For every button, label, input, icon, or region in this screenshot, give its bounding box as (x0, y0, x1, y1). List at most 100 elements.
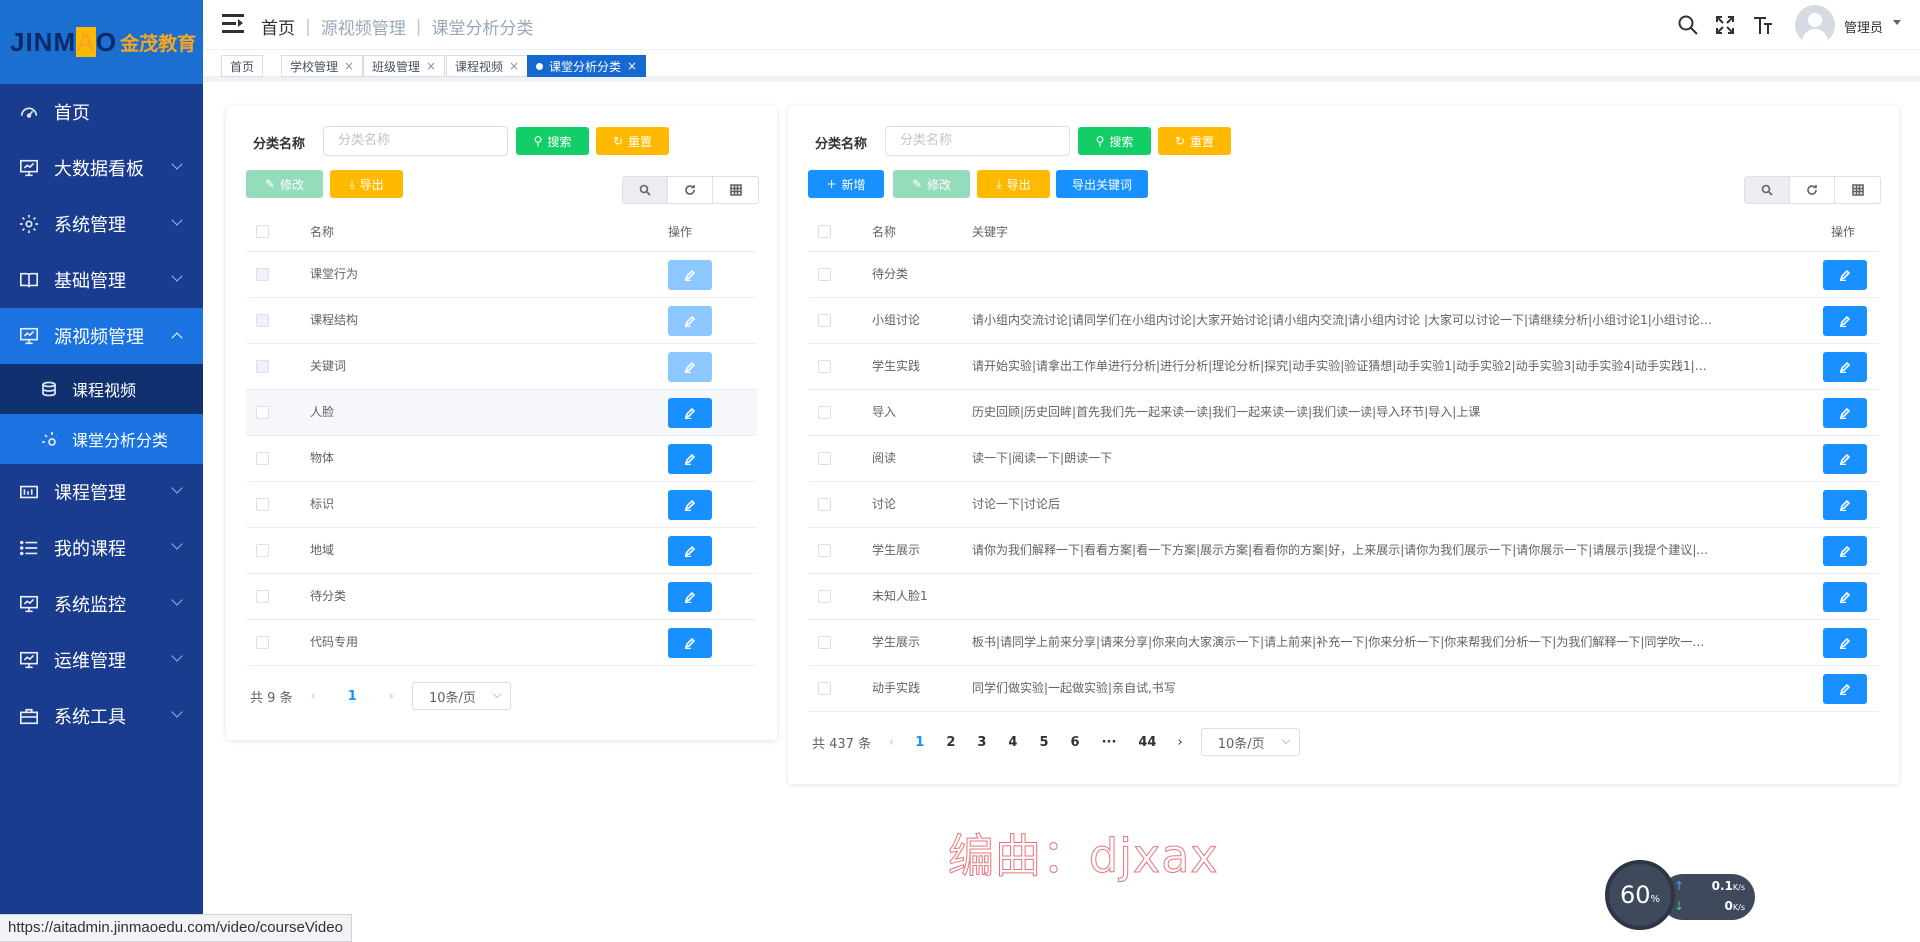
edit-button[interactable]: ✎ 修改 (246, 170, 323, 198)
row-checkbox[interactable] (256, 360, 269, 373)
close-icon[interactable]: × (426, 59, 436, 73)
refresh-icon[interactable] (668, 177, 713, 203)
add-button[interactable]: + 新增 (808, 170, 884, 198)
fullscreen-icon[interactable] (1714, 14, 1736, 36)
edit-row-button[interactable] (668, 444, 712, 474)
edit-row-button[interactable] (1823, 306, 1867, 336)
close-icon[interactable]: × (627, 59, 637, 73)
row-checkbox[interactable] (256, 544, 269, 557)
sidebar-item-2[interactable]: 系统管理 (0, 196, 203, 252)
export-keywords-button[interactable]: 导出关键词 (1056, 170, 1148, 198)
edit-row-button[interactable] (1823, 352, 1867, 382)
row-checkbox[interactable] (256, 452, 269, 465)
edit-row-button[interactable] (668, 628, 712, 658)
page-number[interactable]: 1 (348, 689, 357, 704)
row-checkbox[interactable] (256, 314, 269, 327)
edit-row-button[interactable] (1823, 260, 1867, 290)
page-number[interactable]: 2 (946, 735, 955, 750)
page-number[interactable]: 5 (1039, 735, 1048, 750)
row-checkbox[interactable] (818, 406, 831, 419)
export-button[interactable]: ⤓ 导出 (330, 170, 403, 198)
table-row[interactable]: 学生展示 请你为我们解释一下|看看方案|看一下方案|展示方案|看看你的方案|好，上… (808, 528, 1879, 574)
select-all-checkbox[interactable] (818, 225, 831, 238)
page-number[interactable]: 3 (977, 735, 986, 750)
edit-row-button[interactable] (668, 352, 712, 382)
edit-row-button[interactable] (668, 306, 712, 336)
export-button[interactable]: ⤓ 导出 (977, 170, 1050, 198)
edit-row-button[interactable] (668, 536, 712, 566)
row-checkbox[interactable] (256, 406, 269, 419)
table-row[interactable]: 学生展示 板书|请同学上前来分享|请来分享|你来向大家演示一下|请上前来|补充一下… (808, 620, 1879, 666)
next-page-icon[interactable]: › (1177, 735, 1182, 750)
page-number[interactable]: 4 (1008, 735, 1017, 750)
row-checkbox[interactable] (818, 452, 831, 465)
row-checkbox[interactable] (818, 314, 831, 327)
row-checkbox[interactable] (818, 682, 831, 695)
sidebar-subitem-0[interactable]: 课程视频 (0, 364, 203, 414)
table-row[interactable]: 小组讨论 请小组内交流讨论|请同学们在小组内讨论|大家开始讨论|请小组内交流|请小… (808, 298, 1879, 344)
sidebar-item-5[interactable]: 课程管理 (0, 464, 203, 520)
row-checkbox[interactable] (818, 636, 831, 649)
sidebar-item-8[interactable]: 运维管理 (0, 632, 203, 688)
page-size-select[interactable]: 10条/页 (412, 682, 511, 710)
refresh-icon[interactable] (1790, 177, 1835, 203)
sidebar-item-9[interactable]: 系统工具 (0, 688, 203, 744)
select-all-checkbox[interactable] (256, 225, 269, 238)
edit-row-button[interactable] (1823, 582, 1867, 612)
edit-row-button[interactable] (1823, 398, 1867, 428)
close-icon[interactable]: × (344, 59, 354, 73)
columns-icon[interactable] (713, 177, 758, 203)
row-checkbox[interactable] (818, 268, 831, 281)
page-number[interactable]: 6 (1071, 735, 1080, 750)
avatar[interactable] (1795, 5, 1835, 45)
category-name-input[interactable]: 分类名称 (323, 126, 508, 156)
tab-1[interactable]: 学校管理 × (281, 55, 364, 77)
reset-button[interactable]: ↻ 重置 (1158, 127, 1231, 155)
table-row[interactable]: 讨论 讨论一下|讨论后 (808, 482, 1879, 528)
edit-row-button[interactable] (668, 582, 712, 612)
close-icon[interactable]: × (509, 59, 519, 73)
memory-usage[interactable]: 60% (1605, 860, 1675, 930)
next-page-icon[interactable]: › (389, 689, 394, 704)
category-name-input[interactable]: 分类名称 (885, 126, 1070, 156)
row-checkbox[interactable] (256, 498, 269, 511)
user-name[interactable]: 管理员 (1844, 17, 1883, 36)
table-row[interactable]: 待分类 (246, 574, 757, 620)
sidebar-item-4[interactable]: 源视频管理 (0, 308, 203, 364)
page-number[interactable]: 44 (1138, 735, 1156, 750)
page-number[interactable]: ··· (1102, 735, 1117, 750)
row-checkbox[interactable] (256, 268, 269, 281)
edit-row-button[interactable] (668, 260, 712, 290)
page-size-select[interactable]: 10条/页 (1200, 728, 1300, 756)
table-row[interactable]: 待分类 (808, 252, 1879, 298)
edit-row-button[interactable] (1823, 674, 1867, 704)
search-icon[interactable] (1677, 14, 1699, 36)
table-row[interactable]: 课堂行为 (246, 252, 757, 298)
table-row[interactable]: 未知人脸1 (808, 574, 1879, 620)
table-row[interactable]: 导入 历史回顾|历史回眸|首先我们先一起来读一读|我们一起来读一读|我们读一读|导… (808, 390, 1879, 436)
toggle-search-icon[interactable] (1745, 177, 1790, 203)
sidebar-item-7[interactable]: 系统监控 (0, 576, 203, 632)
table-row[interactable]: 代码专用 (246, 620, 757, 666)
row-checkbox[interactable] (256, 590, 269, 603)
edit-row-button[interactable] (1823, 628, 1867, 658)
search-button[interactable]: ⚲ 搜索 (1078, 127, 1151, 155)
tab-2[interactable]: 班级管理 × (363, 55, 446, 77)
table-row[interactable]: 地域 (246, 528, 757, 574)
edit-row-button[interactable] (668, 398, 712, 428)
row-checkbox[interactable] (818, 360, 831, 373)
caret-down-icon[interactable] (1893, 20, 1901, 25)
tab-3[interactable]: 课程视频 × (446, 55, 529, 77)
table-row[interactable]: 关键词 (246, 344, 757, 390)
row-checkbox[interactable] (256, 636, 269, 649)
font-size-icon[interactable] (1752, 14, 1774, 36)
edit-row-button[interactable] (1823, 536, 1867, 566)
logo[interactable]: JINMAO 金茂教育 (0, 0, 203, 84)
table-row[interactable]: 阅读 读一下|阅读一下|朗读一下 (808, 436, 1879, 482)
breadcrumb-home[interactable]: 首页 (261, 14, 295, 39)
prev-page-icon[interactable]: ‹ (889, 735, 894, 750)
sidebar-subitem-1[interactable]: 课堂分析分类 (0, 414, 203, 464)
edit-row-button[interactable] (668, 490, 712, 520)
reset-button[interactable]: ↻ 重置 (596, 127, 669, 155)
sidebar-item-6[interactable]: 我的课程 (0, 520, 203, 576)
